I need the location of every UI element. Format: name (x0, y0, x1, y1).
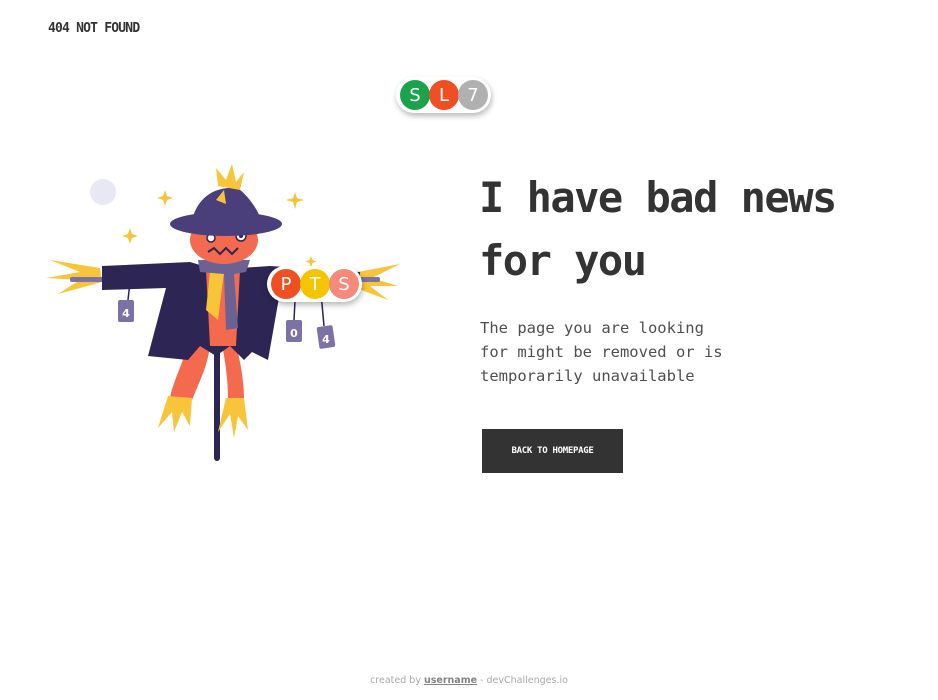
badge-l: L (429, 80, 459, 110)
footer-credit: created by username - devChallenges.io (0, 675, 938, 686)
footer-suffix: - devChallenges.io (477, 675, 568, 686)
decor-dot (90, 179, 116, 205)
footer-username-link[interactable]: username (424, 675, 477, 686)
badge-group-top: S L 7 (396, 77, 491, 113)
straw-foot-right (218, 398, 248, 438)
scarecrow-hat-top (192, 187, 262, 222)
can-right-1-label: 0 (290, 327, 298, 340)
page-description: The page you are looking for might be re… (480, 319, 723, 385)
footer-prefix: created by (370, 675, 424, 686)
badge-s: S (329, 269, 359, 299)
badge-t: T (300, 269, 330, 299)
badge-s: S (400, 80, 430, 110)
back-to-homepage-button[interactable]: BACK TO HOMEPAGE (482, 429, 623, 473)
can-left-label: 4 (122, 307, 130, 320)
badge-p: P (271, 269, 301, 299)
badge-group-middle: P T S (267, 266, 362, 302)
straw-foot-left (158, 396, 192, 432)
page-headline: I have bad news for you (479, 173, 837, 285)
straw-hat (216, 164, 244, 190)
can-right-2-label: 4 (322, 333, 330, 346)
site-brand: 404 NOT FOUND (48, 21, 140, 36)
badge-7: 7 (458, 80, 488, 110)
scarecrow-illustration: 4 0 4 (46, 164, 400, 461)
